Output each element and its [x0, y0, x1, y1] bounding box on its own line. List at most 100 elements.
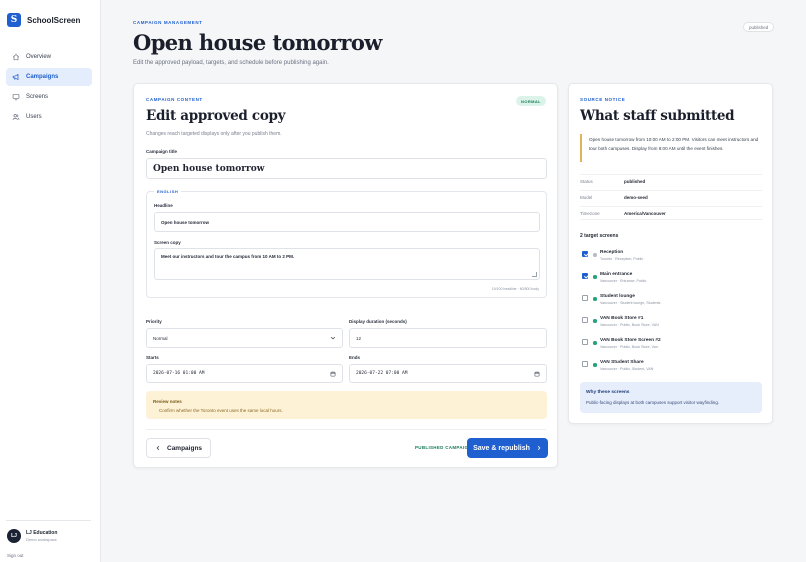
- sidebar-item-campaigns[interactable]: Campaigns: [6, 68, 92, 86]
- screen-item-reception[interactable]: Reception Toronto · Reception, Public: [580, 249, 762, 267]
- users-icon: [12, 113, 20, 121]
- screen-name: VAN Book Store Screen #2: [600, 338, 661, 343]
- sidebar: S SchoolScreen Overview Campaigns Screen…: [0, 0, 101, 562]
- campaign-title-label: Campaign title: [146, 149, 178, 154]
- starts-value: 2026-07-16 01:00 AM: [153, 371, 205, 376]
- screen-tags: Toronto · Reception, Public: [600, 257, 644, 261]
- resize-handle[interactable]: [532, 272, 537, 277]
- status-dot: [593, 275, 597, 279]
- screen-checkbox[interactable]: [582, 339, 588, 345]
- ends-value: 2026-07-22 07:00 AM: [356, 371, 408, 376]
- screen-item-student-lounge[interactable]: Student lounge Vancouver · Student loung…: [580, 293, 762, 311]
- card-title: Edit approved copy: [146, 108, 286, 124]
- review-notes-text: Confirm whether the Toronto event uses t…: [159, 408, 283, 413]
- org-sub: Demo workspace: [26, 537, 57, 542]
- screen-item-van-book-store-1[interactable]: VAN Book Store #1 Vancouver · Public, Bo…: [580, 315, 762, 333]
- sidebar-item-label: Screens: [26, 94, 49, 100]
- calendar-icon[interactable]: [330, 371, 336, 377]
- english-fieldset: ENGLISH Headline Open house tomorrow Scr…: [146, 189, 547, 298]
- screen-item-main-entrance[interactable]: Main entrance Vancouver · Entrance, Publ…: [580, 271, 762, 289]
- status-dot: [593, 341, 597, 345]
- source-notice-card: SOURCE NOTICE What staff submitted Open …: [568, 83, 773, 424]
- meta-row-model: Model demo-seed: [580, 190, 762, 204]
- sidebar-item-label: Campaigns: [26, 74, 59, 80]
- meta-key: Model: [580, 195, 593, 200]
- home-icon: [12, 53, 20, 61]
- status-badge: published: [743, 22, 775, 32]
- card-eyebrow: CAMPAIGN CONTENT: [146, 97, 203, 102]
- meta-row-timezone: Timezone America/Vancouver: [580, 206, 762, 220]
- sidebar-item-overview[interactable]: Overview: [6, 48, 92, 66]
- source-title: What staff submitted: [580, 108, 735, 124]
- source-notice-text: Open house tomorrow from 10:00 AM to 2:0…: [580, 134, 762, 162]
- source-eyebrow: SOURCE NOTICE: [580, 97, 626, 102]
- campaign-title-input[interactable]: Open house tomorrow: [146, 158, 547, 179]
- priority-label: Priority: [146, 319, 162, 324]
- meta-key: Status: [580, 179, 593, 184]
- back-to-campaigns-button[interactable]: Campaigns: [146, 438, 212, 458]
- duration-label: Display duration (seconds): [349, 319, 407, 324]
- meta-value: published: [624, 179, 646, 184]
- screen-name: Main entrance: [600, 272, 633, 277]
- screen-name: Reception: [600, 250, 624, 255]
- meta-value: America/Vancouver: [624, 210, 666, 216]
- screen-name: VAN Student Share: [600, 360, 644, 365]
- brand-logo: S: [7, 13, 21, 27]
- screen-checkbox[interactable]: [582, 295, 588, 301]
- starts-label: Starts: [146, 355, 159, 360]
- why-these-screens: Why these screens Public-facing displays…: [580, 382, 762, 413]
- screen-tags: Vancouver · Public, Book Store, VAN: [600, 323, 659, 327]
- brand[interactable]: S SchoolScreen: [7, 13, 80, 27]
- sign-out-link[interactable]: Sign out: [7, 553, 24, 558]
- screen-item-van-student-share[interactable]: VAN Student Share Vancouver · Public, St…: [580, 359, 762, 377]
- screen-checkbox[interactable]: [582, 317, 588, 323]
- meta-row-status: Status published: [580, 174, 762, 188]
- priority-select[interactable]: Normal: [146, 328, 343, 348]
- meta-key: Timezone: [580, 210, 600, 216]
- avatar: LJ: [7, 529, 21, 543]
- screen-checkbox[interactable]: [582, 251, 588, 257]
- screen-copy-textarea[interactable]: Meet our instructors and tour the campus…: [154, 248, 540, 280]
- ends-input[interactable]: 2026-07-22 07:00 AM: [349, 364, 547, 383]
- status-dot: [593, 363, 597, 367]
- review-notes-title: Review notes: [153, 399, 182, 404]
- page-subtitle: Edit the approved payload, targets, and …: [133, 60, 329, 66]
- screen-tags: Vancouver · Public, Student, VAN: [600, 367, 654, 371]
- megaphone-icon: [12, 73, 20, 81]
- page-title: Open house tomorrow: [133, 30, 382, 55]
- org-switcher[interactable]: LJ LJ Education Demo workspace: [7, 529, 57, 543]
- card-subtitle: Changes reach targeted displays only aft…: [146, 131, 282, 137]
- language-legend: ENGLISH: [154, 189, 182, 194]
- card-footer-divider: [146, 429, 546, 430]
- calendar-icon[interactable]: [534, 371, 540, 377]
- status-dot: [593, 319, 597, 323]
- sidebar-item-label: Users: [26, 114, 42, 120]
- screen-item-van-book-store-2[interactable]: VAN Book Store Screen #2 Vancouver · Pub…: [580, 337, 762, 355]
- sidebar-item-users[interactable]: Users: [6, 108, 92, 126]
- chevron-left-icon: [156, 445, 160, 451]
- starts-input[interactable]: 2026-07-16 01:00 AM: [146, 364, 343, 383]
- screen-tags: Vancouver · Student lounge, Students: [600, 301, 661, 305]
- why-title: Why these screens: [586, 390, 630, 395]
- sidebar-item-screens[interactable]: Screens: [6, 88, 92, 106]
- screen-tags: Vancouver · Public, Book Store, Van: [600, 345, 658, 349]
- priority-value: Normal: [153, 335, 168, 341]
- page-eyebrow: CAMPAIGN MANAGEMENT: [133, 20, 203, 25]
- back-button-label: Campaigns: [167, 444, 203, 452]
- why-text: Public-facing displays at both campuses …: [586, 400, 720, 405]
- status-dot: [593, 297, 597, 301]
- screen-checkbox[interactable]: [582, 361, 588, 367]
- save-republish-button[interactable]: Save & republish: [467, 438, 548, 458]
- headline-label: Headline: [154, 203, 173, 208]
- status-dot: [593, 253, 597, 257]
- meta-value: demo-seed: [624, 195, 648, 200]
- published-campaign-label: PUBLISHED CAMPAIGN: [415, 445, 472, 450]
- screen-copy-text: Meet our instructors and tour the campus…: [161, 254, 295, 259]
- monitor-icon: [12, 93, 20, 101]
- save-button-label: Save & republish: [473, 444, 530, 452]
- headline-input[interactable]: Open house tomorrow: [154, 212, 540, 232]
- org-name: LJ Education: [26, 530, 58, 536]
- duration-input[interactable]: 12: [349, 328, 547, 348]
- screen-checkbox[interactable]: [582, 273, 588, 279]
- priority-badge: NORMAL: [516, 96, 546, 106]
